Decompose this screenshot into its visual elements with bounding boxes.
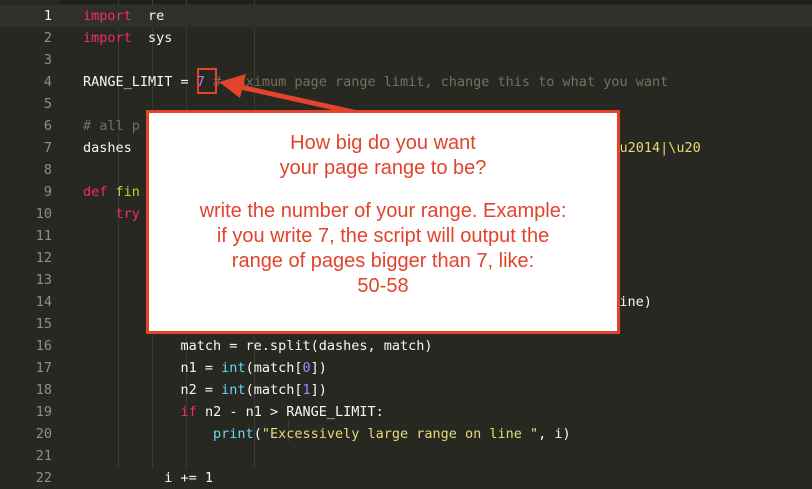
value-highlight-box	[197, 68, 217, 94]
annotation-callout: How big do you want your page range to b…	[146, 110, 620, 334]
callout-body-line-2: if you write 7, the script will output t…	[216, 225, 550, 247]
line-number: 22	[35, 470, 52, 486]
callout-body-line-1: write the number of your range. Example:	[199, 200, 567, 222]
code-text: i += 1	[83, 467, 213, 489]
callout-question-line-2: your page range to be?	[279, 157, 487, 179]
callout-body-line-3: range of pages bigger than 7, like:	[231, 250, 535, 272]
arrow-head	[219, 74, 246, 98]
callout-body-line-4: 50-58	[357, 275, 409, 297]
callout-question: How big do you want your page range to b…	[149, 131, 617, 181]
callout-body: write the number of your range. Example:…	[149, 199, 617, 299]
callout-question-line-1: How big do you want	[290, 132, 476, 154]
code-line[interactable]: 22 i += 1	[0, 467, 812, 489]
code-token: i += 1	[83, 470, 214, 486]
